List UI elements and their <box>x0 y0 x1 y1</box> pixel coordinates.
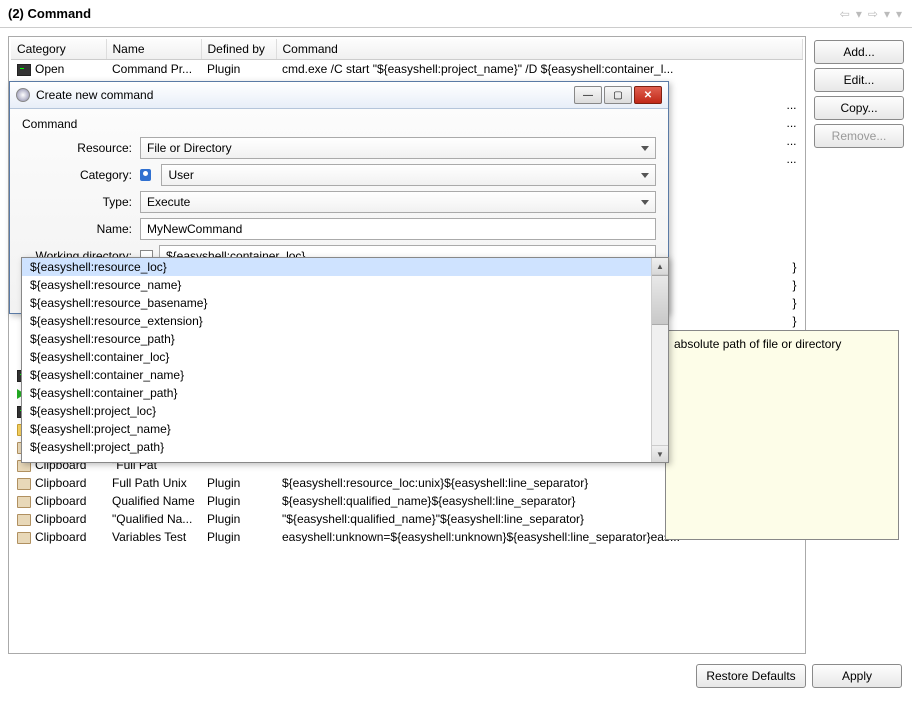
page-header: (2) Command ⇦ ▾ ⇨ ▾ ▾ <box>0 0 912 28</box>
maximize-button[interactable]: ▢ <box>604 86 632 104</box>
add-button[interactable]: Add... <box>814 40 904 64</box>
nav-fwd-menu-icon[interactable]: ▾ <box>882 7 892 21</box>
chevron-down-icon <box>641 173 649 178</box>
suggest-item[interactable]: ${easyshell:resource_path} <box>22 330 651 348</box>
col-category[interactable]: Category <box>11 39 106 60</box>
suggest-item[interactable]: ${easyshell:project_path} <box>22 438 651 456</box>
category-label: Category: <box>22 168 140 182</box>
suggest-item[interactable]: ${easyshell:resource_extension} <box>22 312 651 330</box>
suggest-item[interactable]: ${easyshell:resource_loc} <box>22 258 651 276</box>
scroll-up-icon[interactable]: ▲ <box>652 258 668 275</box>
term-icon <box>17 64 31 76</box>
nav-menu-icon[interactable]: ▾ <box>894 7 904 21</box>
type-combo[interactable]: Execute <box>140 191 656 213</box>
copy-button[interactable]: Copy... <box>814 96 904 120</box>
suggest-item[interactable]: ${easyshell:container_loc} <box>22 348 651 366</box>
suggest-item[interactable]: ${easyshell:project_loc} <box>22 402 651 420</box>
nav-back-menu-icon[interactable]: ▾ <box>854 7 864 21</box>
col-defined-by[interactable]: Defined by <box>201 39 276 60</box>
suggest-item[interactable]: ${easyshell:container_path} <box>22 384 651 402</box>
page-title: (2) Command <box>8 6 91 21</box>
scroll-down-icon[interactable]: ▼ <box>652 445 668 462</box>
restore-defaults-button[interactable]: Restore Defaults <box>696 664 806 688</box>
chevron-down-icon <box>641 146 649 151</box>
dialog-titlebar[interactable]: Create new command — ▢ ✕ <box>10 82 668 109</box>
suggest-scrollbar[interactable]: ▲ ▼ <box>651 258 668 462</box>
clip-icon <box>17 496 31 508</box>
suggest-list: ${easyshell:resource_loc}${easyshell:res… <box>22 258 651 462</box>
close-button[interactable]: ✕ <box>634 86 662 104</box>
dialog-icon <box>16 88 30 102</box>
name-input[interactable]: MyNewCommand <box>140 218 656 240</box>
remove-button: Remove... <box>814 124 904 148</box>
minimize-button[interactable]: — <box>574 86 602 104</box>
footer-buttons: Restore Defaults Apply <box>0 658 912 698</box>
nav-back-icon[interactable]: ⇦ <box>838 7 852 21</box>
resource-combo[interactable]: File or Directory <box>140 137 656 159</box>
col-command[interactable]: Command <box>276 39 803 60</box>
edit-button[interactable]: Edit... <box>814 68 904 92</box>
suggest-item[interactable]: ${easyshell:resource_basename} <box>22 294 651 312</box>
table-row[interactable]: OpenCommand Pr...Plugincmd.exe /C start … <box>11 60 803 79</box>
clip-icon <box>17 514 31 526</box>
type-label: Type: <box>22 195 140 209</box>
clip-icon <box>17 478 31 490</box>
group-label: Command <box>22 117 656 131</box>
resource-label: Resource: <box>22 141 140 155</box>
dialog-title: Create new command <box>36 88 153 102</box>
chevron-down-icon <box>641 200 649 205</box>
user-icon <box>140 169 151 181</box>
nav-arrows: ⇦ ▾ ⇨ ▾ ▾ <box>838 7 904 21</box>
suggest-tooltip: absolute path of file or directory <box>665 330 899 540</box>
suggest-item[interactable]: ${easyshell:project_name} <box>22 420 651 438</box>
suggest-item[interactable]: ${easyshell:resource_name} <box>22 276 651 294</box>
category-combo[interactable]: User <box>161 164 656 186</box>
col-name[interactable]: Name <box>106 39 201 60</box>
nav-fwd-icon[interactable]: ⇨ <box>866 7 880 21</box>
suggest-item[interactable]: ${easyshell:container_name} <box>22 366 651 384</box>
name-label: Name: <box>22 222 140 236</box>
apply-button[interactable]: Apply <box>812 664 902 688</box>
clip-icon <box>17 532 31 544</box>
autocomplete-popup: ${easyshell:resource_loc}${easyshell:res… <box>21 257 669 463</box>
scroll-thumb[interactable] <box>652 275 668 325</box>
